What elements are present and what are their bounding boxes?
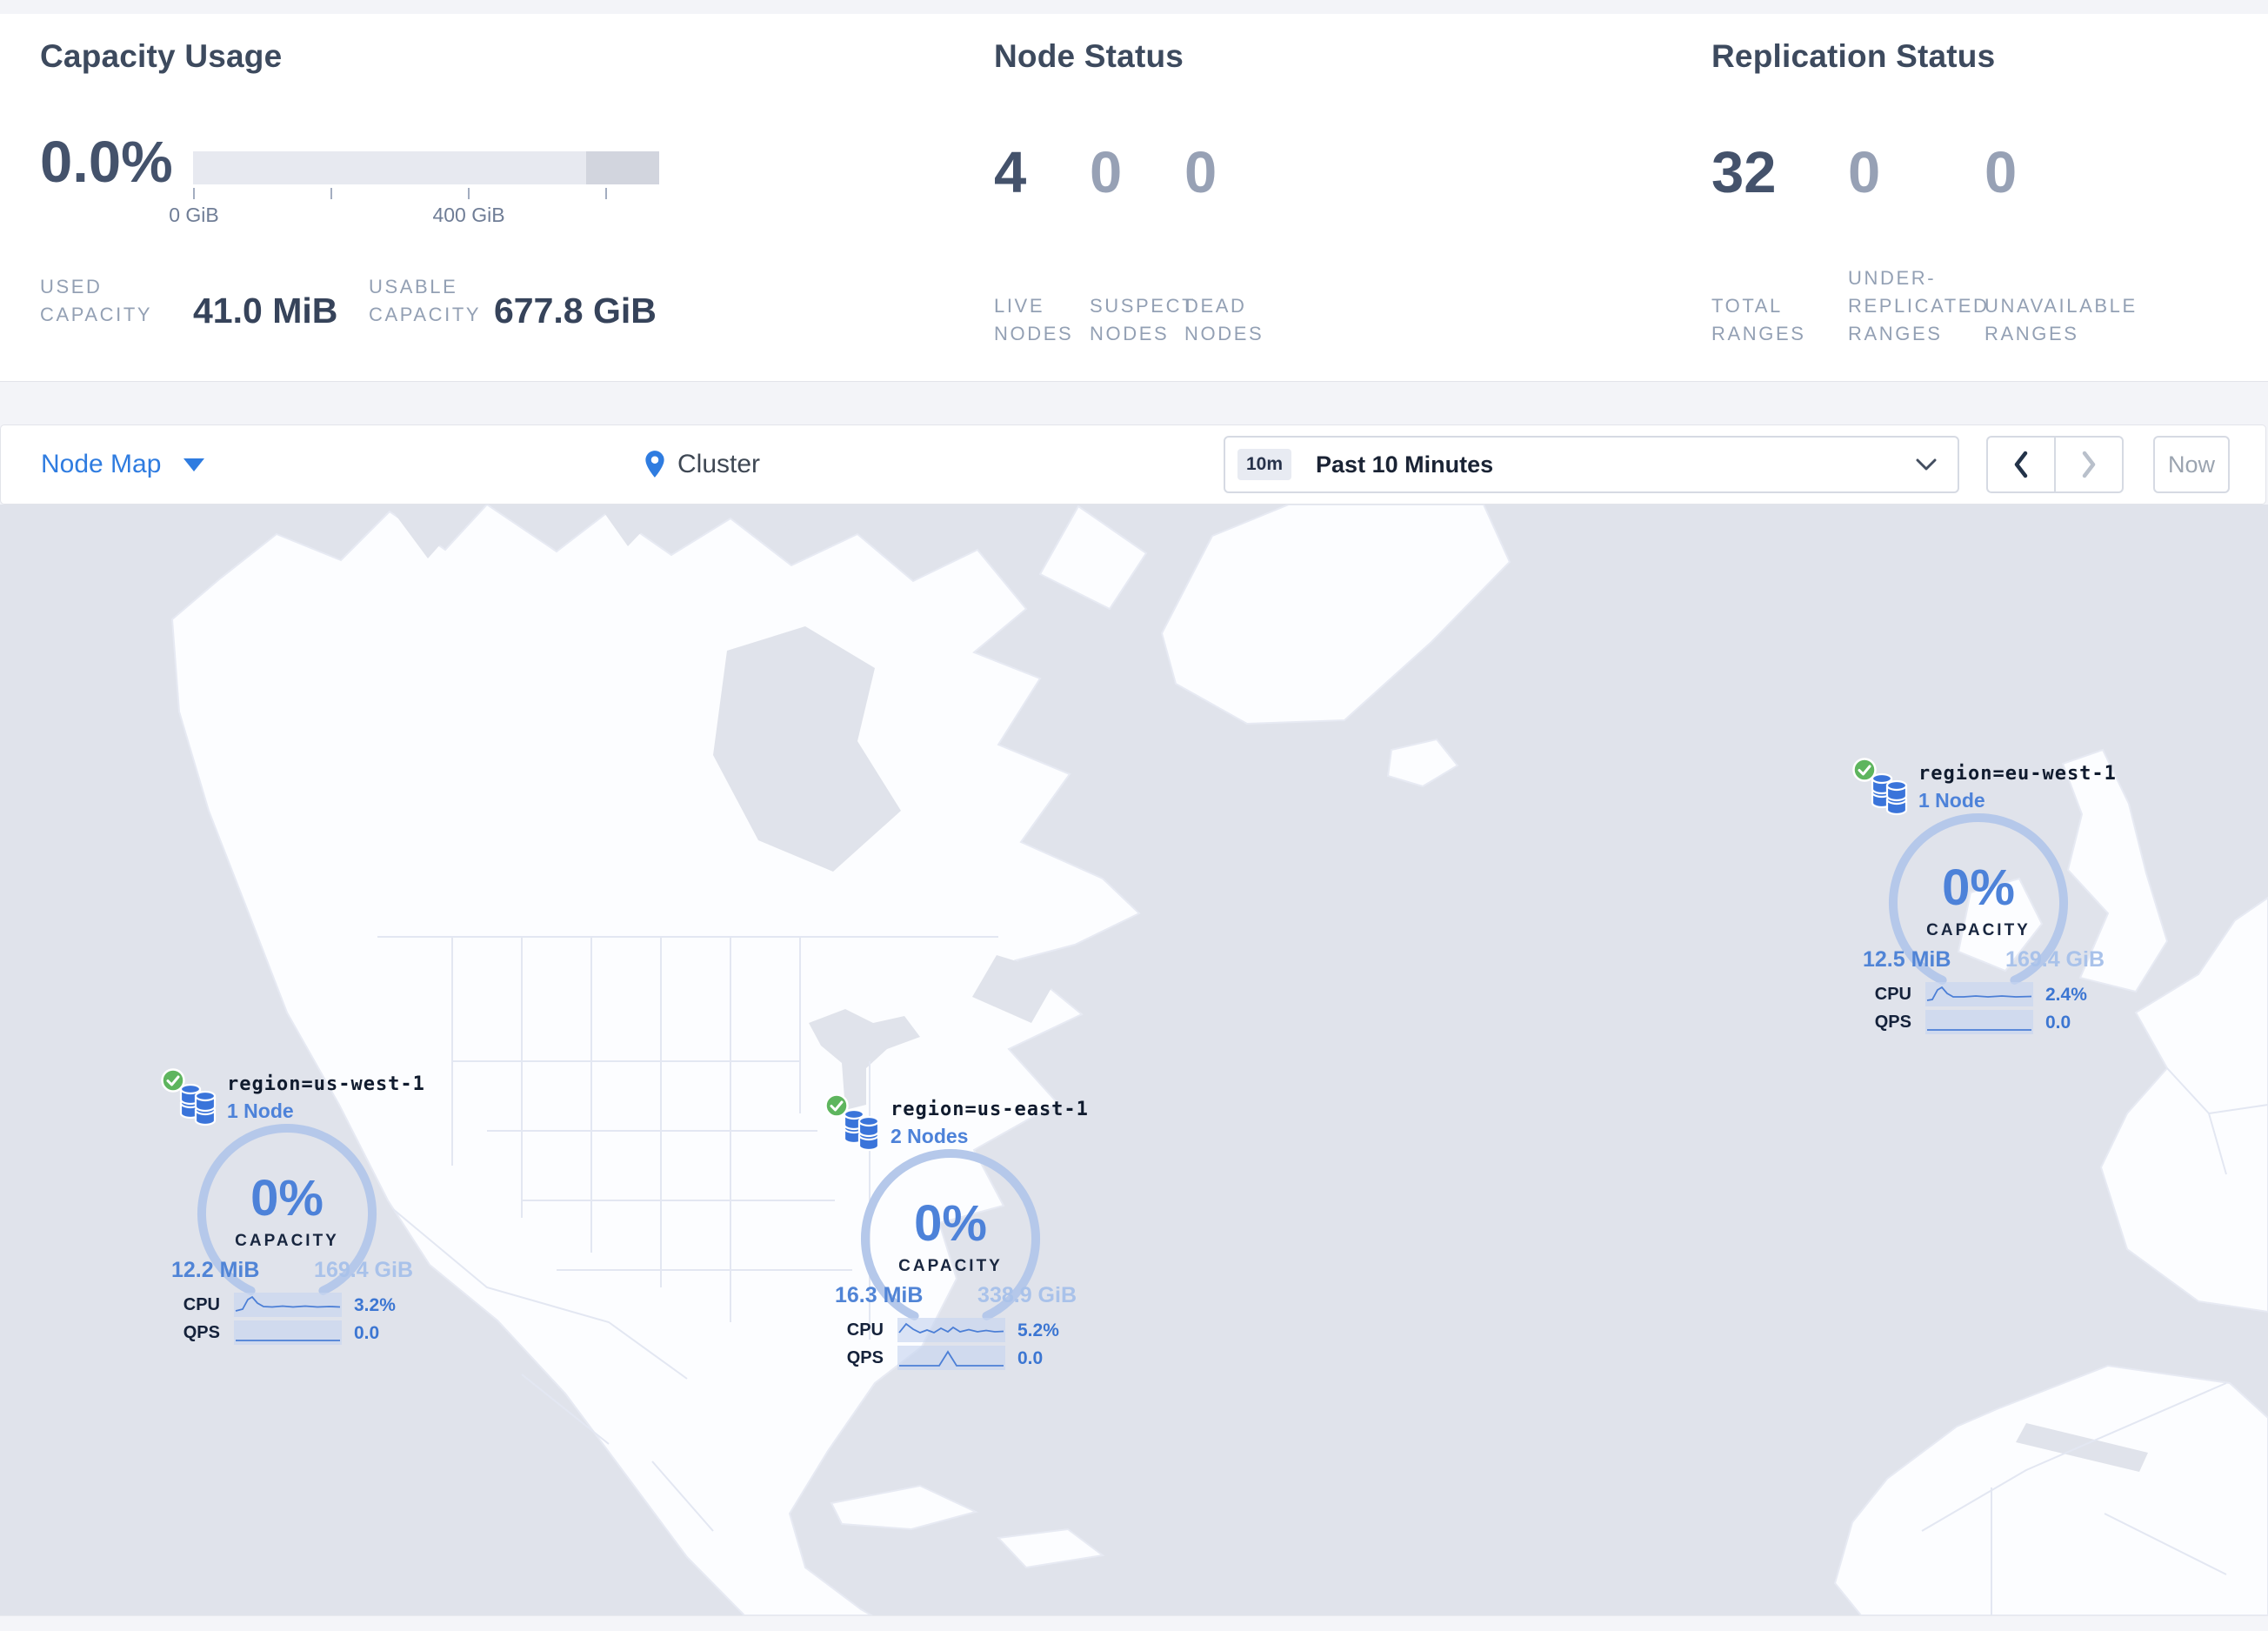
capacity-label: CAPACITY <box>898 1257 1003 1275</box>
cpu-sparkline <box>234 1293 342 1317</box>
usable-capacity-value: 677.8 GiB <box>494 291 657 331</box>
breadcrumb[interactable]: Cluster <box>643 425 760 504</box>
used-capacity: 12.5 MiB <box>1863 947 1951 972</box>
qps-value: 0.0 <box>2045 1013 2071 1033</box>
cpu-label: CPU <box>846 1320 884 1340</box>
capacity-axis-0: 0 GiB <box>169 204 219 226</box>
qps-value: 0.0 <box>1017 1348 1044 1368</box>
breadcrumb-label: Cluster <box>677 450 761 478</box>
time-range-badge: 10m <box>1237 449 1292 480</box>
capacity-percent: 0.0% <box>40 130 173 195</box>
cpu-sparkline <box>897 1318 1005 1342</box>
qps-label: QPS <box>846 1348 884 1367</box>
node-status-title: Node Status <box>994 38 1184 74</box>
world-map <box>0 505 2268 1615</box>
region-name: region=us-east-1 <box>891 1099 1089 1120</box>
capacity-percent: 0% <box>250 1170 324 1227</box>
cpu-label: CPU <box>183 1295 220 1314</box>
suspect-nodes-value: 0 <box>1090 140 1123 205</box>
qps-label: QPS <box>183 1323 220 1342</box>
used-capacity-value: 41.0 MiB <box>193 291 338 331</box>
region-name: region=us-west-1 <box>227 1073 425 1095</box>
suspect-nodes-label: SUSPECT NODES <box>1090 295 1196 344</box>
chevron-down-icon <box>183 458 205 471</box>
total-ranges-label: TOTAL RANGES <box>1711 295 1806 344</box>
region-marker-us-east-1[interactable]: region=us-east-1 2 Nodes 0% CAPACITY 16.… <box>824 1093 1088 1374</box>
time-pager <box>1986 436 2124 493</box>
used-capacity: 16.3 MiB <box>835 1283 924 1307</box>
under-replicated-stat: 0 UNDER-REPLICATED RANGES <box>1848 140 1987 345</box>
node-map: region=us-west-1 1 Node 0% CAPACITY 12.2… <box>0 505 2268 1615</box>
qps-sparkline <box>897 1346 1005 1370</box>
qps-value: 0.0 <box>354 1323 380 1343</box>
cpu-value: 3.2% <box>354 1295 396 1315</box>
total-ranges-stat: 32 TOTAL RANGES <box>1711 140 1829 345</box>
region-marker-eu-west-1[interactable]: region=eu-west-1 1 Node 0% CAPACITY 12.5… <box>1852 758 2116 1038</box>
unavailable-ranges-value: 0 <box>1984 140 2018 205</box>
unavailable-ranges-label: UNAVAILABLE RANGES <box>1984 295 2138 344</box>
qps-sparkline <box>234 1320 342 1345</box>
axis-tick <box>605 188 607 199</box>
time-prev-button[interactable] <box>1988 438 2056 491</box>
capacity-bar <box>193 151 659 184</box>
capacity-label: CAPACITY <box>235 1232 339 1250</box>
cpu-value: 5.2% <box>1017 1320 1059 1340</box>
axis-tick <box>468 188 470 199</box>
live-nodes-label: LIVE NODES <box>994 295 1074 344</box>
region-name: region=eu-west-1 <box>1918 763 2117 785</box>
chevron-left-icon <box>2014 451 2028 478</box>
dead-nodes-stat: 0 DEAD NODES <box>1184 140 1293 345</box>
cluster-summary-bar: Capacity Usage 0.0% 0 GiB 400 GiB USED C… <box>0 14 2268 382</box>
suspect-nodes-stat: 0 SUSPECT NODES <box>1090 140 1198 345</box>
view-selector-label: Node Map <box>41 450 162 478</box>
under-replicated-label: UNDER-REPLICATED RANGES <box>1848 267 1990 344</box>
total-capacity: 169.4 GiB <box>2005 947 2105 972</box>
time-next-button[interactable] <box>2056 438 2122 491</box>
live-nodes-stat: 4 LIVE NODES <box>994 140 1103 345</box>
location-pin-icon <box>645 451 664 478</box>
time-range-label: Past 10 Minutes <box>1316 451 1494 478</box>
cpu-label: CPU <box>1874 985 1911 1004</box>
under-replicated-value: 0 <box>1848 140 1881 205</box>
capacity-usage-title: Capacity Usage <box>40 38 283 74</box>
qps-sparkline <box>1925 1010 2033 1034</box>
capacity-axis-400: 400 GiB <box>432 204 505 226</box>
view-selector-dropdown[interactable]: Node Map <box>41 425 205 504</box>
used-capacity: 12.2 MiB <box>171 1258 260 1282</box>
qps-label: QPS <box>1874 1013 1911 1032</box>
total-capacity: 338.9 GiB <box>977 1283 1077 1307</box>
cpu-sparkline <box>1925 982 2033 1006</box>
time-range-select[interactable]: 10m Past 10 Minutes <box>1224 436 1959 493</box>
axis-tick <box>193 188 195 199</box>
capacity-label: CAPACITY <box>1926 921 2031 939</box>
map-footer-strip <box>0 1615 2268 1631</box>
axis-tick <box>330 188 332 199</box>
total-ranges-value: 32 <box>1711 140 1777 205</box>
used-capacity-label: USED CAPACITY <box>40 276 153 325</box>
live-nodes-value: 4 <box>994 140 1027 205</box>
unavailable-ranges-stat: 0 UNAVAILABLE RANGES <box>1984 140 2150 345</box>
capacity-percent: 0% <box>1942 859 2015 916</box>
region-marker-us-west-1[interactable]: region=us-west-1 1 Node 0% CAPACITY 12.2… <box>161 1068 425 1348</box>
capacity-bar-other-segment <box>586 151 659 184</box>
total-capacity: 169.4 GiB <box>314 1258 413 1282</box>
map-toolbar: Node Map Cluster 10m Past 10 Minutes Now <box>0 424 2266 505</box>
capacity-percent: 0% <box>914 1195 987 1252</box>
dead-nodes-value: 0 <box>1184 140 1217 205</box>
cpu-value: 2.4% <box>2045 985 2087 1005</box>
chevron-down-icon <box>1916 458 1937 471</box>
node-map-page: Capacity Usage 0.0% 0 GiB 400 GiB USED C… <box>0 0 2268 1631</box>
now-button[interactable]: Now <box>2153 436 2230 493</box>
dead-nodes-label: DEAD NODES <box>1184 295 1264 344</box>
replication-status-title: Replication Status <box>1711 38 1996 74</box>
chevron-right-icon <box>2082 451 2096 478</box>
